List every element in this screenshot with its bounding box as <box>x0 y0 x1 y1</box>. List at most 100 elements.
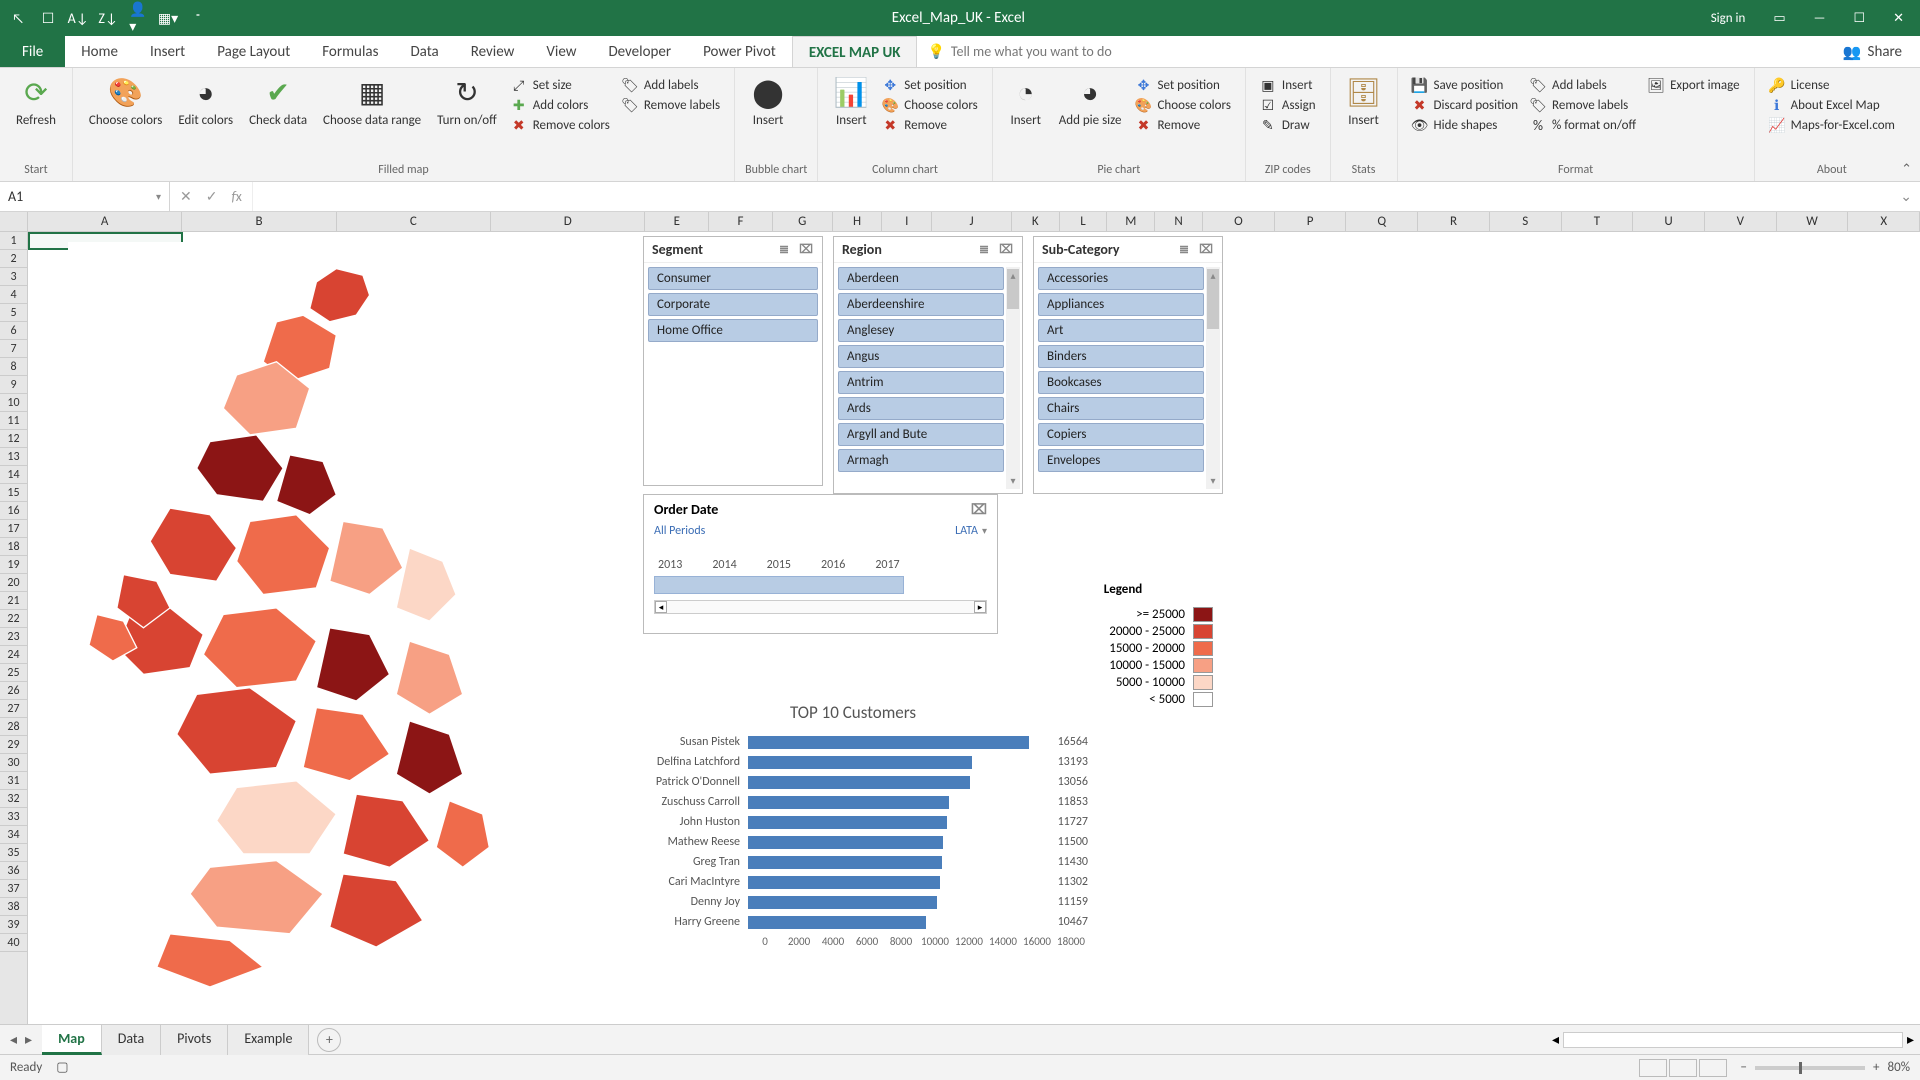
zoom-level[interactable]: 80% <box>1888 1060 1910 1075</box>
row-headers[interactable]: 1234567891011121314151617181920212223242… <box>0 232 28 1024</box>
row-header[interactable]: 1 <box>0 232 27 250</box>
timeline-range-bar[interactable] <box>654 576 904 594</box>
col-header[interactable]: K <box>1012 212 1060 231</box>
sheet-tab[interactable]: Map <box>42 1025 102 1055</box>
enter-formula-icon[interactable]: ✓ <box>206 188 218 205</box>
website-button[interactable]: 📈Maps-for-Excel.com <box>1765 116 1899 134</box>
row-header[interactable]: 12 <box>0 430 27 448</box>
add-colors-button[interactable]: ✚Add colors <box>507 96 614 114</box>
tab-formulas[interactable]: Formulas <box>306 36 394 67</box>
row-header[interactable]: 8 <box>0 358 27 376</box>
multi-select-icon[interactable]: ≣ <box>1176 242 1192 258</box>
refresh-button[interactable]: ⟳Refresh <box>10 74 62 131</box>
row-header[interactable]: 30 <box>0 754 27 772</box>
row-header[interactable]: 19 <box>0 556 27 574</box>
formula-input[interactable] <box>252 182 1892 211</box>
tab-page-layout[interactable]: Page Layout <box>201 36 306 67</box>
slicer-item[interactable]: Bookcases <box>1038 371 1204 394</box>
sheet-tab[interactable]: Pivots <box>161 1025 228 1055</box>
timeline-scrollbar[interactable]: ◂▸ <box>654 600 987 614</box>
slicer-item[interactable]: Argyll and Bute <box>838 423 1004 446</box>
col-header[interactable]: B <box>182 212 336 231</box>
collapse-ribbon-icon[interactable]: ⌃ <box>1901 162 1912 177</box>
slicer-scrollbar[interactable]: ▾▴ <box>1206 267 1220 489</box>
row-header[interactable]: 37 <box>0 880 27 898</box>
col-header[interactable]: G <box>773 212 833 231</box>
row-header[interactable]: 9 <box>0 376 27 394</box>
row-header[interactable]: 10 <box>0 394 27 412</box>
zoom-out-icon[interactable]: − <box>1741 1060 1747 1075</box>
slicer-item[interactable]: Appliances <box>1038 293 1204 316</box>
zoom-slider[interactable] <box>1755 1066 1865 1070</box>
row-header[interactable]: 14 <box>0 466 27 484</box>
col-header[interactable]: V <box>1705 212 1777 231</box>
slicer-region[interactable]: Region≣⌧ AberdeenAberdeenshireAngleseyAn… <box>833 236 1023 494</box>
tab-insert[interactable]: Insert <box>134 36 201 67</box>
row-header[interactable]: 4 <box>0 286 27 304</box>
row-header[interactable]: 15 <box>0 484 27 502</box>
row-header[interactable]: 34 <box>0 826 27 844</box>
user-icon[interactable]: 👤▾ <box>130 10 146 26</box>
col-header[interactable]: S <box>1490 212 1562 231</box>
col-header[interactable]: Q <box>1346 212 1418 231</box>
view-switcher[interactable] <box>1639 1059 1727 1077</box>
col-header[interactable]: I <box>882 212 932 231</box>
row-header[interactable]: 40 <box>0 934 27 952</box>
remove-colors-button[interactable]: ✖Remove colors <box>507 116 614 134</box>
row-header[interactable]: 36 <box>0 862 27 880</box>
slicer-item[interactable]: Aberdeenshire <box>838 293 1004 316</box>
col-header[interactable]: T <box>1562 212 1634 231</box>
insert-column-button[interactable]: 📊Insert <box>828 74 874 131</box>
turn-onoff-button[interactable]: ↻Turn on/off <box>431 74 503 131</box>
col-header[interactable]: M <box>1107 212 1155 231</box>
expand-formula-icon[interactable]: ⌄ <box>1892 188 1920 205</box>
slicer-scrollbar[interactable]: ▾▴ <box>1006 267 1020 489</box>
col-header[interactable]: P <box>1275 212 1347 231</box>
zip-assign-button[interactable]: ☑Assign <box>1256 96 1320 114</box>
slicer-item[interactable]: Home Office <box>648 319 818 342</box>
uk-map-shape[interactable] <box>68 242 618 987</box>
timeline-unit-dropdown[interactable]: LATA <box>955 524 987 538</box>
add-pie-size-button[interactable]: ◕Add pie size <box>1053 74 1128 131</box>
slicer-item[interactable]: Chairs <box>1038 397 1204 420</box>
maximize-icon[interactable]: ☐ <box>1853 11 1865 26</box>
horizontal-scrollbar[interactable]: ◂▸ <box>1552 1031 1920 1048</box>
col-header[interactable]: F <box>709 212 773 231</box>
multi-select-icon[interactable]: ≣ <box>776 242 792 258</box>
clear-filter-icon[interactable]: ⌧ <box>1198 242 1214 258</box>
row-header[interactable]: 2 <box>0 250 27 268</box>
edit-colors-button[interactable]: ◕Edit colors <box>172 74 239 131</box>
slicer-item[interactable]: Ards <box>838 397 1004 420</box>
tab-developer[interactable]: Developer <box>592 36 687 67</box>
row-header[interactable]: 23 <box>0 628 27 646</box>
slicer-item[interactable]: Aberdeen <box>838 267 1004 290</box>
share-button[interactable]: 👥Share <box>1825 36 1920 67</box>
cursor-icon[interactable]: ↖ <box>10 10 26 26</box>
slicer-item[interactable]: Angus <box>838 345 1004 368</box>
row-header[interactable]: 24 <box>0 646 27 664</box>
col-header[interactable]: J <box>932 212 1012 231</box>
row-header[interactable]: 6 <box>0 322 27 340</box>
add-labels-fmt-button[interactable]: 🏷Add labels <box>1526 76 1640 94</box>
col-header[interactable]: W <box>1777 212 1849 231</box>
new-sheet-button[interactable]: + <box>317 1028 341 1052</box>
row-header[interactable]: 22 <box>0 610 27 628</box>
col-header[interactable]: X <box>1848 212 1920 231</box>
row-header[interactable]: 17 <box>0 520 27 538</box>
tab-home[interactable]: Home <box>65 36 134 67</box>
row-header[interactable]: 38 <box>0 898 27 916</box>
col-header[interactable]: R <box>1418 212 1490 231</box>
cancel-formula-icon[interactable]: ✕ <box>180 188 192 205</box>
row-header[interactable]: 35 <box>0 844 27 862</box>
row-header[interactable]: 13 <box>0 448 27 466</box>
name-box[interactable]: A1 <box>0 182 170 211</box>
qat-customize-icon[interactable]: ⁼ <box>190 10 206 26</box>
add-labels-button[interactable]: 🏷Add labels <box>618 76 724 94</box>
sheet-nav[interactable]: ◂▸ <box>0 1031 42 1048</box>
macro-record-icon[interactable]: ▢ <box>56 1060 68 1075</box>
col-header[interactable]: C <box>337 212 491 231</box>
discard-position-button[interactable]: ✖Discard position <box>1408 96 1523 114</box>
row-header[interactable]: 27 <box>0 700 27 718</box>
hide-shapes-button[interactable]: 👁Hide shapes <box>1408 116 1523 134</box>
set-size-button[interactable]: ⤢Set size <box>507 76 614 94</box>
